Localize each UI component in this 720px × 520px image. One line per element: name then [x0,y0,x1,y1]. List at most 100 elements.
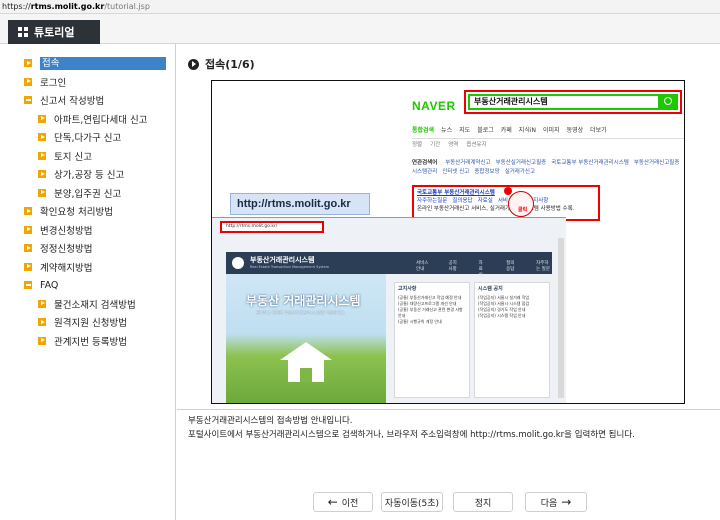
expand-arrow-icon [38,133,46,142]
sidebar-item[interactable]: 분양,입주권 신고 [0,184,175,203]
stop-button[interactable]: 정지 [453,492,513,512]
sidebar-item[interactable]: 토지 신고 [0,147,175,166]
hand-cursor-icon [508,191,534,217]
expand-arrow-icon [24,225,32,234]
expand-arrow-icon [38,336,46,345]
sidebar-item-label: 접속 [40,56,166,70]
auto-advance-button[interactable]: 자동이동(5초) [381,492,443,512]
url-host: rtms.molit.go.kr [30,2,105,11]
step-title: 접속(1/6) [188,56,255,72]
related-links: 부동산거래계약신고 부동산실거래신고필증 국토교통부 부동산거래관리시스템 부동산거래… [412,160,684,175]
rtms-menu-item: 서비스안내 [416,261,429,272]
sidebar-item-label: 정정신청방법 [40,244,93,256]
related-link: 부동산거래계약신고 [445,160,491,166]
rtms-hero-banner: 부동산 거래관리시스템 편리하고 안전한 부동산거래관리시스템을 이용하세요. [226,274,386,403]
sidebar-item[interactable]: 접속 [0,54,175,73]
naver-tab: 블로그 [477,127,494,134]
sidebar-item-label: 변경신청방법 [40,225,93,237]
expand-arrow-icon [24,77,32,86]
rtms-menu: 서비스안내 공지사항 자료실 질의응답 자주하는 질문 [416,260,552,278]
sidebar-item[interactable]: 물건소재지 검색방법 [0,295,175,314]
sidebar-item[interactable]: 계약해지방법 [0,258,175,277]
play-circle-icon [188,58,199,70]
rtms-menu-item: 자주하는 질문 [536,261,550,272]
sidebar-item[interactable]: 신고서 작성방법 [0,91,175,110]
sidebar-item-label: 아파트,연립다세대 신고 [54,114,148,126]
related-link: 시스템관리 [412,169,438,175]
sidebar-item-label: FAQ [40,279,59,291]
next-label: 다음 [540,498,558,509]
naver-tab: 동영상 [566,127,584,134]
browser-address-bar[interactable]: https://rtms.molit.go.kr/tutorial.jsp [0,0,720,14]
sidebar-item[interactable]: 확인요청 처리방법 [0,202,175,221]
sidebar-item-label: 단독,다가구 신고 [54,133,122,145]
system-notice-column: 시스템 공지 (작업공지) 서울시 실거래 작업 (작업공지) 서울시 시스템 점… [474,282,550,398]
result-snippet: 온라인 부동산거래신고 서비스, 실거래가 신고 시스템 사용방법 수록. [417,206,575,212]
sidebar-item[interactable]: 아파트,연립다세대 신고 [0,110,175,129]
rtms-browser-preview: http://rtms.molit.go.kr/ 부동산거래관리시스템 Real… [212,217,566,403]
result-link: 자주하는질문 [417,198,448,204]
related-link: 국토교통부 부동산거래관리시스템 [551,160,629,166]
sidebar-item[interactable]: 변경신청방법 [0,221,175,240]
description-line-1: 부동산거래관리시스템의 접속방법 안내입니다. [188,416,353,426]
next-button[interactable]: 다음 → [525,492,587,512]
tutorial-tab[interactable]: 튜토리얼 [8,20,100,44]
step-title-text: 접속(1/6) [205,58,255,71]
hero-subtitle: 편리하고 안전한 부동산거래관리시스템을 이용하세요. [256,310,346,315]
url-scheme: https:// [2,2,31,11]
naver-tool: 기간 [430,142,441,148]
naver-tab: 통합검색 [412,127,435,134]
description-line-2: 포털사이트에서 부동산거래관리시스템으로 검색하거나, 브라우저 주소입력창에 … [188,430,635,440]
sidebar-item-label: 신고서 작성방법 [40,96,105,108]
result-link: 자료실 [477,198,493,204]
sidebar-nav: 접속로그인신고서 작성방법아파트,연립다세대 신고단독,다가구 신고토지 신고 상… [0,44,176,520]
rtms-title: 부동산거래관리시스템 [250,256,315,264]
rtms-menu-item: 질의응답 [506,261,515,272]
result-link: 질의응답 [452,198,473,204]
expand-arrow-icon [24,59,32,68]
url-path: /tutorial.jsp [104,2,150,11]
inner-address-highlight: http://rtms.molit.go.kr/ [220,221,324,233]
naver-tab: 뉴스 [441,127,453,134]
arrow-left-icon: ← [327,495,338,509]
sidebar-item[interactable]: FAQ [0,276,175,295]
prev-button[interactable]: ← 이전 [313,492,373,512]
url-callout: http://rtms.molit.go.kr [230,193,370,215]
notice-item: (공통) 시행규칙 개정 안내 [398,319,442,324]
system-notice-item: (작업공지) 시스템 작업 안내 [478,313,526,318]
house-icon [280,342,332,382]
tutorial-tab-label: 튜토리얼 [34,26,75,39]
naver-tab: 더보기 [590,127,607,134]
expand-arrow-icon [38,151,46,160]
sidebar-item-label: 관계지번 등록방법 [54,336,127,348]
sidebar-item[interactable]: 원격지원 신청방법 [0,313,175,332]
tutorial-screenshot: NAVER 부동산거래관리시스템 통합검색 뉴스 지도 블로그 카페 지식iN 이미지 동영상… [211,80,685,404]
naver-search-input: 부동산거래관리시스템 [468,94,660,110]
related-link: 실거래가신고 [504,169,536,175]
sidebar-item[interactable]: 로그인 [0,73,175,92]
main-content: 접속(1/6) NAVER 부동산거래관리시스템 통합검색 뉴스 지도 블로그 카페 지식… [177,44,720,520]
notice-column: 고지사항 (공통) 부동산거래신고 작업 예정 안내 (공통) 대량신고프로그램 … [394,282,470,398]
related-link: 인터넷 신고 [442,169,470,175]
sidebar-item[interactable]: 단독,다가구 신고 [0,128,175,147]
naver-tool: 영역 [448,142,459,148]
related-link: 부동산실거래신고필증 [495,160,547,166]
sidebar-item[interactable]: 관계지번 등록방법 [0,332,175,351]
related-link: 종합정보망 [474,169,500,175]
preview-scrollbar [558,238,564,398]
naver-tools: 정렬 기간 영역 옵션유지 [412,140,684,148]
related-link: 부동산거래신고필증 [633,160,680,166]
collapse-icon [24,96,32,105]
sidebar-item-label: 물건소재지 검색방법 [54,299,136,311]
notice-head: 고지사항 [398,286,417,292]
grid-icon [18,27,28,37]
description: 부동산거래관리시스템의 접속방법 안내입니다. 포털사이트에서 부동산거래관리시… [188,414,635,442]
divider [177,409,720,410]
sidebar-item-label: 분양,입주권 신고 [54,188,122,200]
sidebar-item[interactable]: 상가,공장 등 신고 [0,165,175,184]
naver-tab: 지식iN [518,127,536,134]
expand-arrow-icon [38,299,46,308]
sidebar-item[interactable]: 정정신청방법 [0,239,175,258]
naver-tool: 정렬 [412,142,423,148]
expand-arrow-icon [38,318,46,327]
